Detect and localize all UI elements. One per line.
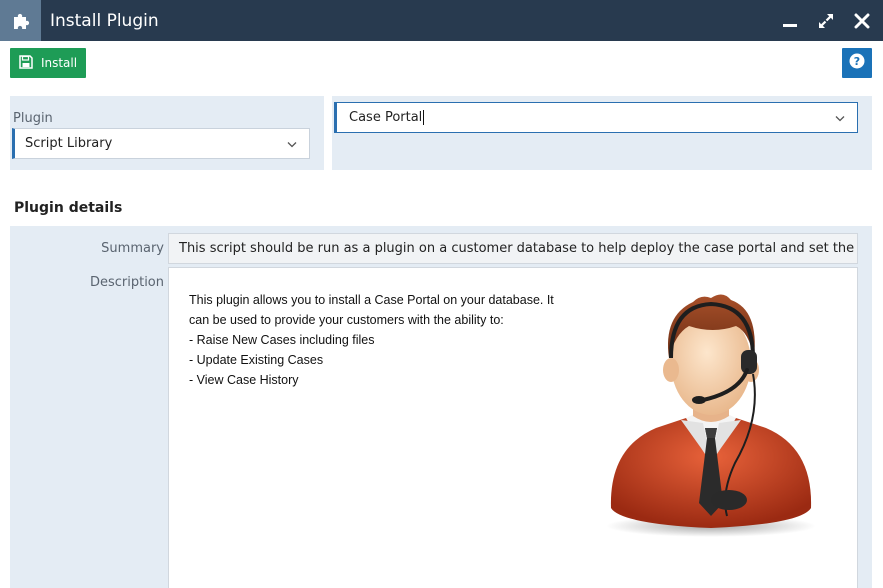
title-bar: Install Plugin (0, 0, 883, 41)
minimize-icon[interactable] (779, 10, 801, 32)
description-field[interactable]: This plugin allows you to install a Case… (168, 267, 858, 588)
plugin-select-value: Case Portal (349, 110, 423, 125)
plugin-label: Plugin (13, 111, 53, 126)
help-button[interactable]: ? (842, 48, 872, 78)
plugin-details-panel: Summary This script should be run as a p… (10, 226, 872, 588)
description-line: can be used to provide your customers wi… (189, 313, 504, 327)
plugin-source-select[interactable]: Script Library (12, 128, 310, 159)
save-icon (19, 54, 33, 72)
plugin-select-panel: Case Portal (332, 96, 872, 170)
description-label: Description (89, 275, 164, 290)
description-text: This plugin allows you to install a Case… (189, 290, 579, 390)
description-line: - Raise New Cases including files (189, 333, 375, 347)
plugin-details-heading: Plugin details (14, 200, 123, 216)
install-button[interactable]: Install (10, 48, 86, 78)
plugin-select[interactable]: Case Portal (334, 102, 858, 133)
help-icon: ? (849, 53, 865, 74)
description-line: This plugin allows you to install a Case… (189, 293, 554, 307)
description-line: - Update Existing Cases (189, 353, 324, 367)
support-agent-illustration (606, 294, 816, 537)
plugin-source-value: Script Library (25, 136, 113, 151)
maximize-icon[interactable] (815, 10, 837, 32)
install-button-label: Install (40, 56, 78, 70)
close-icon[interactable] (851, 10, 873, 32)
window-title: Install Plugin (50, 10, 159, 31)
chevron-down-icon (287, 136, 297, 151)
summary-field[interactable]: This script should be run as a plugin on… (168, 233, 858, 264)
summary-label: Summary (101, 241, 164, 256)
summary-value: This script should be run as a plugin on… (179, 241, 858, 256)
svg-text:?: ? (854, 55, 860, 68)
puzzle-icon (0, 0, 41, 41)
description-line: - View Case History (189, 373, 299, 387)
plugin-source-panel: Plugin Script Library (10, 96, 324, 170)
text-cursor (423, 110, 425, 125)
chevron-down-icon (835, 110, 845, 125)
install-plugin-window: Install Plugin Install ? Plugin Script L… (0, 0, 883, 588)
